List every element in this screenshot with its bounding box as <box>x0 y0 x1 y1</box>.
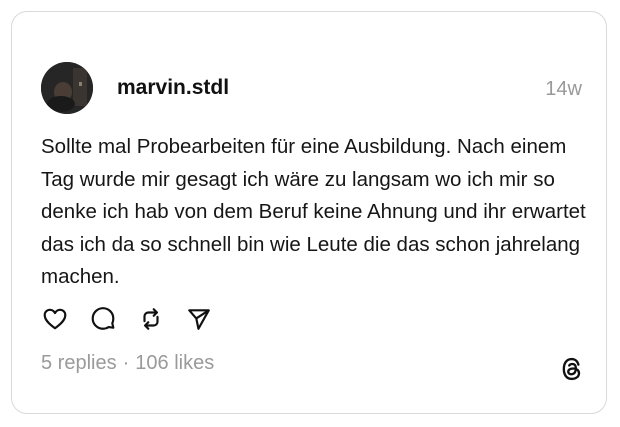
repost-button[interactable] <box>137 305 165 333</box>
like-button[interactable] <box>41 305 69 333</box>
post-card: marvin.stdl 14w Sollte mal Probearbeiten… <box>11 11 607 414</box>
post-text: Sollte mal Probearbeiten für eine Ausbil… <box>41 135 586 288</box>
post-timestamp: 14w <box>545 78 582 100</box>
stats-separator: · <box>122 352 130 374</box>
paper-plane-icon <box>188 309 210 330</box>
avatar[interactable] <box>41 62 93 114</box>
action-bar <box>41 305 213 333</box>
post-stats: 5 replies · 106 likes <box>41 351 214 375</box>
username[interactable]: marvin.stdl <box>117 76 229 100</box>
repost-icon <box>143 308 159 330</box>
likes-count[interactable]: 106 likes <box>135 352 214 374</box>
speech-bubble-icon <box>91 307 115 330</box>
share-button[interactable] <box>185 305 213 333</box>
threads-logo-icon <box>558 355 586 383</box>
heart-icon <box>43 308 67 330</box>
replies-count[interactable]: 5 replies <box>41 352 117 374</box>
reply-button[interactable] <box>89 305 117 333</box>
